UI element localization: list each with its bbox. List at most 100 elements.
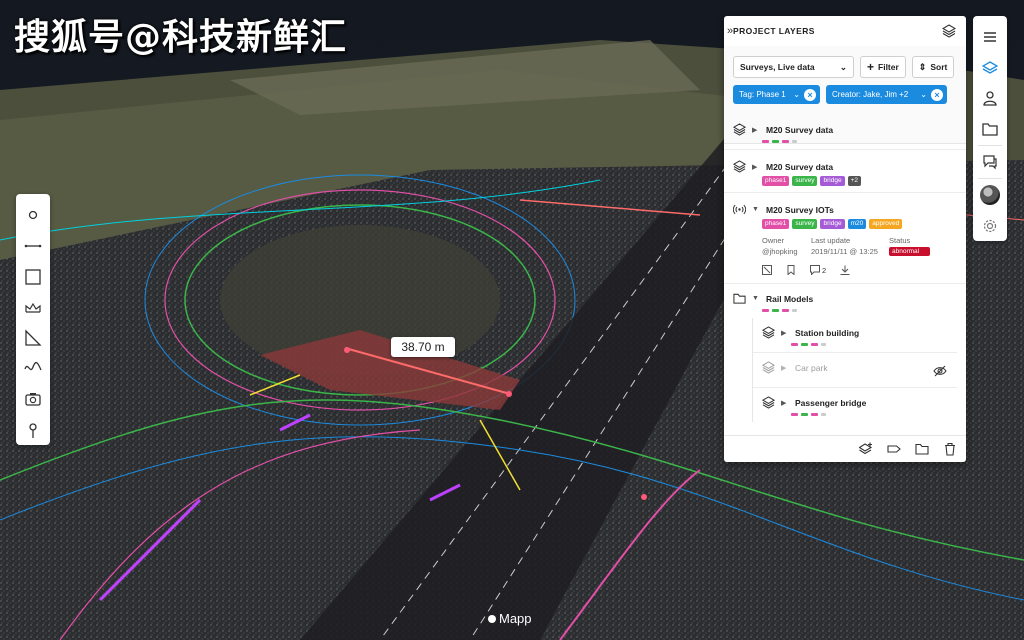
tag-badge: bridge — [820, 219, 845, 229]
more-tags-badge[interactable]: +2 — [847, 176, 861, 186]
layer-item-hidden[interactable]: ▶ Car park — [753, 353, 957, 388]
pin-icon — [29, 423, 37, 438]
menu-icon — [984, 32, 996, 42]
tag-badge: survey — [792, 219, 818, 229]
line-tool[interactable] — [16, 231, 50, 262]
filter-button[interactable]: + Filter — [860, 56, 906, 78]
comments-icon — [983, 155, 997, 170]
profile-tool[interactable] — [16, 353, 50, 384]
owner-label: Owner — [762, 236, 785, 245]
chevron-down-icon: ⌄ — [920, 90, 927, 99]
watermark-text: 搜狐号@科技新鲜汇 — [14, 17, 348, 58]
owner-value[interactable]: @jhopking — [762, 247, 811, 256]
account-button[interactable] — [973, 180, 1007, 210]
angle-tool[interactable] — [16, 323, 50, 354]
folder-icon — [982, 122, 998, 136]
layers-icon — [762, 396, 775, 409]
comments-action[interactable]: 2 — [810, 265, 826, 275]
chevron-down-icon: ⌄ — [793, 90, 800, 99]
expand-arrow-icon[interactable]: ▶ — [781, 364, 789, 372]
iot-signal-icon — [733, 204, 746, 215]
chip-label: Creator: Jake, Jim +2 — [832, 90, 909, 99]
brand-logo: Mapp — [488, 611, 532, 626]
tag-filter-chip[interactable]: Tag: Phase 1 ⌄ × — [733, 85, 820, 104]
layers-icon — [733, 123, 746, 136]
remove-chip-icon[interactable]: × — [931, 88, 943, 101]
user-button[interactable] — [973, 83, 1007, 113]
folder-children: ▶ Station building ▶ Car park ▶ Passenge… — [752, 318, 957, 422]
layer-item-expanded[interactable]: ▼ M20 Survey IOTs phase1 survey bridge m… — [724, 193, 966, 284]
expand-arrow-icon[interactable]: ▶ — [781, 399, 789, 407]
folder-icon — [733, 293, 746, 304]
folder-name: Rail Models — [766, 293, 814, 304]
tag-badge: bridge — [820, 176, 845, 186]
layer-swatches — [791, 343, 948, 346]
source-select[interactable]: Surveys, Live data ⌄ — [733, 56, 854, 78]
point-tool[interactable] — [16, 200, 50, 231]
tag-badge: phase1 — [762, 219, 790, 229]
expand-arrow-icon[interactable]: ▶ — [752, 126, 760, 134]
status-badge: abnormal — [889, 247, 930, 256]
volume-tool[interactable] — [16, 292, 50, 323]
area-tool[interactable] — [16, 261, 50, 292]
profile-icon — [24, 362, 42, 371]
rail-divider — [978, 178, 1002, 180]
layer-name: M20 Survey IOTs — [766, 204, 834, 215]
update-value: 2019/11/11 @ 13:25 — [811, 247, 878, 256]
area-icon — [25, 268, 41, 285]
layers-icon — [733, 160, 746, 173]
folder-button[interactable] — [973, 113, 1007, 143]
expand-arrow-icon[interactable]: ▶ — [752, 163, 760, 171]
volume-icon — [25, 303, 41, 313]
camera-tool[interactable] — [16, 384, 50, 415]
rail-divider — [978, 144, 1002, 146]
collapse-arrow-icon[interactable]: ▼ — [752, 295, 760, 302]
collapse-arrow-icon[interactable]: ▼ — [752, 206, 760, 213]
sort-button[interactable]: ⇕ Sort — [911, 56, 955, 78]
layer-swatches — [762, 140, 957, 143]
folder-icon[interactable] — [915, 442, 929, 456]
tag-badge: phase1 — [762, 176, 790, 186]
layer-item[interactable]: ▶ Passenger bridge — [753, 388, 957, 422]
layers-icon — [762, 326, 775, 339]
collapse-panel-button[interactable]: » — [724, 16, 737, 46]
bookmark-icon[interactable] — [786, 265, 796, 275]
update-label: Last update — [811, 236, 851, 245]
menu-button[interactable] — [973, 22, 1007, 52]
layer-folder[interactable]: ▼ Rail Models ▶ Station building ▶ Car p… — [724, 284, 966, 422]
tag-badge: m20 — [847, 219, 867, 229]
layer-tags: phase1 survey bridge m20 approved — [762, 219, 957, 229]
add-layer-icon[interactable] — [859, 442, 873, 456]
project-layers-panel: » PROJECT LAYERS Surveys, Live data ⌄ + Fi… — [724, 16, 966, 462]
expand-icon[interactable] — [762, 265, 772, 275]
creator-filter-chip[interactable]: Creator: Jake, Jim +2 ⌄ × — [826, 85, 947, 104]
pin-tool[interactable] — [16, 414, 50, 445]
layer-item[interactable]: ▶ M20 Survey data phase1 survey bridge +… — [724, 150, 966, 193]
tag-badge: approved — [869, 219, 903, 229]
point-icon — [28, 211, 38, 220]
line-icon — [24, 244, 42, 248]
panel-footer — [724, 435, 966, 462]
camera-icon — [25, 393, 41, 406]
plus-icon: + — [867, 60, 875, 74]
layer-metadata: Owner Last update Status @jhopking 2019/… — [762, 236, 957, 256]
layers-button[interactable] — [973, 52, 1007, 82]
layer-item[interactable]: ▶ Station building — [753, 318, 957, 353]
settings-button[interactable] — [973, 211, 1007, 241]
layer-name: Passenger bridge — [795, 397, 867, 408]
avatar — [980, 185, 1000, 206]
visibility-toggle[interactable] — [933, 364, 947, 383]
layers-icon[interactable] — [942, 24, 956, 38]
trash-icon[interactable] — [943, 442, 957, 456]
panel-title: PROJECT LAYERS — [733, 26, 815, 36]
layers-icon — [762, 361, 775, 374]
layer-name: M20 Survey data — [766, 124, 834, 135]
app-rail — [973, 16, 1007, 241]
layer-item[interactable]: ▶ M20 Survey data — [724, 113, 966, 150]
tag-icon[interactable] — [887, 442, 901, 456]
comments-button[interactable] — [973, 147, 1007, 177]
remove-chip-icon[interactable]: × — [804, 88, 816, 101]
layer-name: M20 Survey data — [766, 161, 834, 172]
download-icon[interactable] — [840, 265, 850, 275]
expand-arrow-icon[interactable]: ▶ — [781, 329, 789, 337]
